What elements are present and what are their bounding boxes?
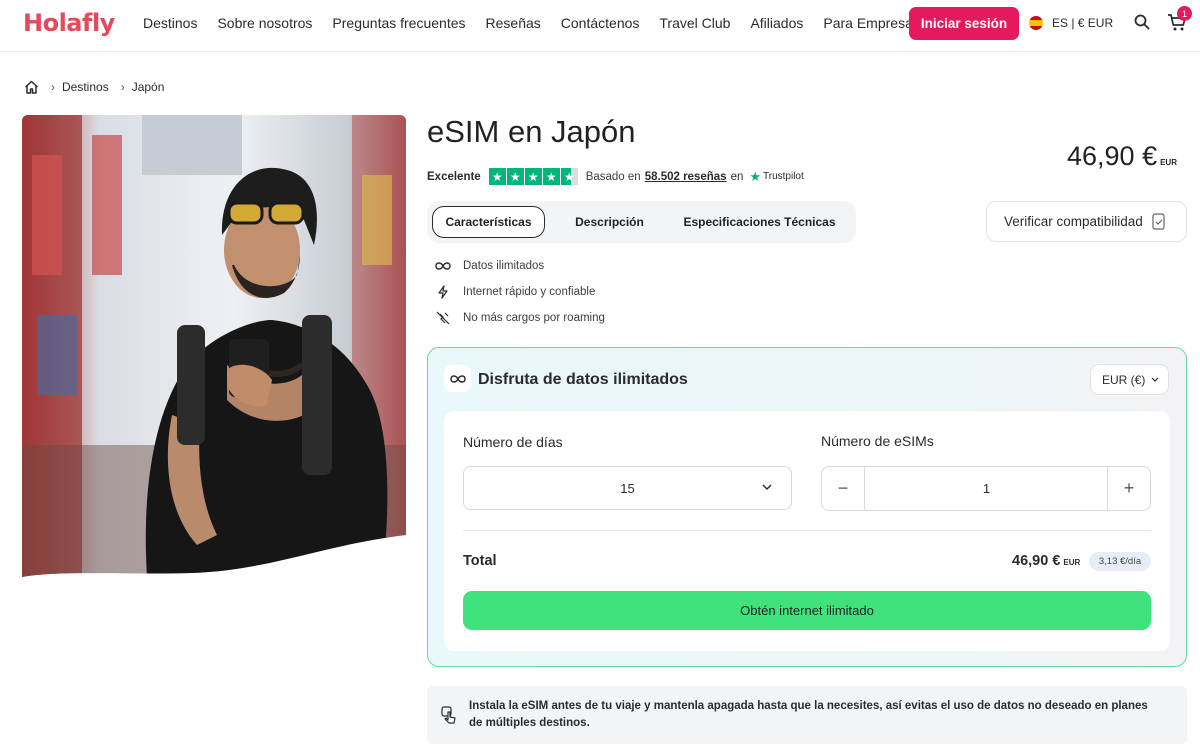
- divider: [463, 530, 1151, 531]
- nav-afiliados[interactable]: Afiliados: [750, 15, 803, 31]
- nav-sobre-nosotros[interactable]: Sobre nosotros: [217, 15, 312, 31]
- esims-quantity-stepper: − 1 +: [821, 466, 1151, 511]
- esims-value[interactable]: 1: [865, 467, 1108, 510]
- no-roaming-icon: [434, 311, 452, 325]
- feature-item: No más cargos por roaming: [434, 311, 605, 325]
- breadcrumb-destinos[interactable]: Destinos: [62, 80, 109, 94]
- total-price: 46,90 € EUR: [1012, 553, 1080, 569]
- verify-label: Verificar compatibilidad: [1004, 214, 1143, 229]
- feature-item: Datos ilimitados: [434, 259, 544, 273]
- trustpilot-rating: Excelente ★ ★ ★ ★ ★ Basado en 58.502 res…: [427, 168, 804, 185]
- feature-item: Internet rápido y confiable: [434, 285, 595, 299]
- nav-travel-club[interactable]: Travel Club: [659, 15, 730, 31]
- star-icon: ★: [488, 168, 506, 185]
- review-count-link[interactable]: 58.502 reseñas: [645, 171, 727, 183]
- notice-text: Instala la eSIM antes de tu viaje y mant…: [469, 700, 1148, 729]
- trustpilot-name: Trustpilot: [763, 171, 804, 182]
- star-icon: ★: [542, 168, 560, 185]
- locale-selector[interactable]: ES | € EUR: [1052, 16, 1113, 30]
- breadcrumb: › Destinos › Japón: [24, 80, 164, 94]
- days-value: 15: [620, 480, 635, 496]
- star-icon: ★: [506, 168, 524, 185]
- lightning-icon: [434, 285, 452, 299]
- decrement-button[interactable]: −: [822, 467, 865, 510]
- chevron-right-icon: ›: [51, 80, 55, 94]
- product-tabs: Características Descripción Especificaci…: [427, 201, 856, 243]
- feature-label: Internet rápido y confiable: [463, 286, 596, 298]
- buy-button[interactable]: Obtén internet ilimitado: [463, 591, 1151, 630]
- price-currency: EUR: [1160, 158, 1177, 167]
- per-day-badge: 3,13 €/día: [1089, 552, 1151, 571]
- infinity-icon: [444, 365, 471, 392]
- rating-on: en: [730, 170, 744, 183]
- days-select[interactable]: 15: [463, 466, 792, 510]
- holafly-logo[interactable]: Holafly: [23, 9, 115, 37]
- top-navbar: Holafly Destinos Sobre nosotros Pregunta…: [0, 0, 1200, 52]
- plan-title: Disfruta de datos ilimitados: [478, 371, 688, 388]
- esims-label: Número de eSIMs: [821, 433, 934, 449]
- home-icon[interactable]: [24, 80, 39, 94]
- currency-select[interactable]: EUR (€): [1090, 364, 1169, 395]
- nav-para-empresas[interactable]: Para Empresas: [823, 15, 919, 31]
- rating-stars: ★ ★ ★ ★ ★: [488, 168, 578, 185]
- phone-check-icon: [1152, 213, 1165, 230]
- verify-compatibility-button[interactable]: Verificar compatibilidad: [986, 201, 1187, 242]
- increment-button[interactable]: +: [1107, 467, 1150, 510]
- days-label: Número de días: [463, 434, 563, 450]
- rating-based-on: Basado en: [585, 170, 641, 183]
- cart-count-badge: 1: [1177, 6, 1192, 21]
- total-value: 46,90 €: [1012, 553, 1061, 569]
- half-star-icon: ★: [560, 168, 578, 185]
- hand-tap-icon: [441, 706, 456, 724]
- feature-label: Datos ilimitados: [463, 260, 545, 272]
- trustpilot-star-icon: ★: [749, 168, 762, 184]
- nav-destinos[interactable]: Destinos: [143, 15, 197, 31]
- login-button[interactable]: Iniciar sesión: [909, 7, 1019, 40]
- total-currency: EUR: [1063, 558, 1081, 567]
- price-value: 46,90 €: [1067, 141, 1158, 171]
- hero-image: [22, 115, 406, 577]
- chevron-down-icon: [762, 484, 772, 491]
- nav-preguntas-frecuentes[interactable]: Preguntas frecuentes: [332, 15, 465, 31]
- tab-especificaciones[interactable]: Especificaciones Técnicas: [677, 206, 842, 238]
- infinity-icon: [434, 259, 452, 273]
- trustpilot-logo[interactable]: ★ Trustpilot: [749, 169, 803, 185]
- search-icon[interactable]: [1134, 14, 1150, 30]
- feature-label: No más cargos por roaming: [463, 312, 605, 324]
- nav-contactenos[interactable]: Contáctenos: [561, 15, 640, 31]
- nav-resenas[interactable]: Reseñas: [486, 15, 541, 31]
- main-nav: Destinos Sobre nosotros Preguntas frecue…: [143, 15, 940, 31]
- tab-descripcion[interactable]: Descripción: [557, 206, 662, 238]
- currency-value: EUR (€): [1102, 372, 1146, 387]
- spain-flag-icon[interactable]: [1029, 16, 1043, 30]
- product-price: 46,90 € EUR: [1067, 141, 1177, 172]
- chevron-down-icon: [1151, 377, 1159, 382]
- rating-label: Excelente: [427, 170, 481, 183]
- star-icon: ★: [524, 168, 542, 185]
- chevron-right-icon: ›: [120, 80, 125, 94]
- product-title: eSIM en Japón: [427, 114, 636, 149]
- install-notice: Instala la eSIM antes de tu viaje y mant…: [427, 686, 1187, 744]
- tab-caracteristicas[interactable]: Características: [432, 206, 545, 238]
- breadcrumb-japon: Japón: [131, 80, 165, 94]
- total-label: Total: [463, 553, 497, 569]
